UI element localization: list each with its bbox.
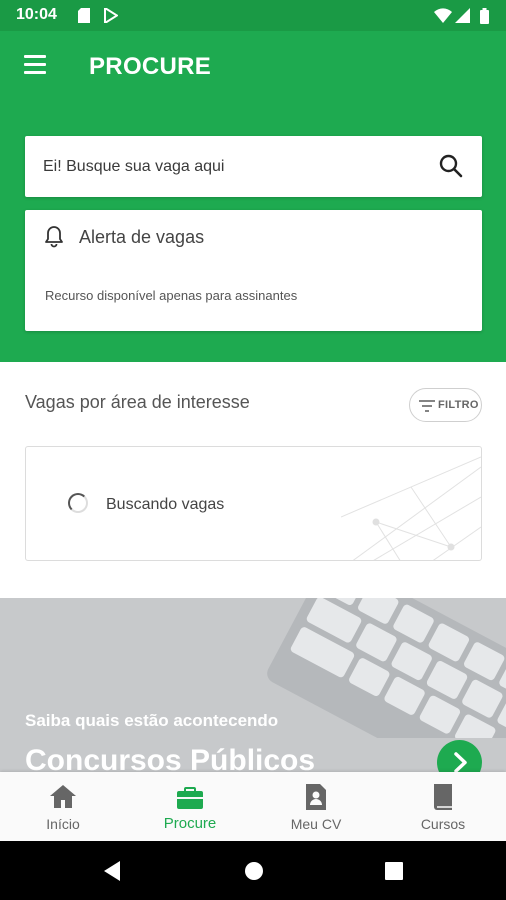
battery-icon	[480, 8, 489, 24]
filter-icon	[419, 400, 435, 412]
nav-label-procure: Procure	[163, 815, 217, 832]
nav-label-meu-cv: Meu CV	[290, 816, 342, 832]
menu-button[interactable]	[16, 51, 52, 81]
search-box	[25, 136, 482, 197]
job-alert-card[interactable]: Alerta de vagas Recurso disponível apena…	[25, 210, 482, 331]
cv-icon	[306, 784, 326, 810]
nav-item-inicio[interactable]: Início	[0, 772, 126, 841]
bell-icon	[45, 226, 63, 248]
chevron-right-icon	[454, 752, 467, 772]
network-decoration-icon	[341, 456, 481, 560]
signal-icon	[455, 8, 470, 23]
play-store-icon	[104, 8, 118, 23]
section-title: Vagas por área de interesse	[25, 392, 250, 412]
concursos-banner[interactable]: Saiba quais estão acontecendo Concursos …	[0, 598, 506, 772]
nav-item-meu-cv[interactable]: Meu CV	[253, 772, 379, 841]
recents-icon[interactable]	[384, 861, 404, 881]
sd-card-icon	[78, 8, 90, 23]
nav-item-cursos[interactable]: Cursos	[380, 772, 506, 841]
bottom-navigation: Início Procure Meu CV Cursos	[0, 772, 506, 841]
search-icon[interactable]	[438, 153, 464, 179]
banner-title: Concursos Públicos	[25, 744, 316, 772]
search-input[interactable]	[43, 153, 423, 181]
keyboard-image	[267, 598, 506, 738]
book-icon	[434, 784, 452, 810]
loading-text: Buscando vagas	[106, 496, 225, 513]
briefcase-icon	[177, 787, 203, 809]
filter-button[interactable]: FILTRO	[409, 388, 482, 422]
banner-arrow-button[interactable]	[437, 740, 482, 772]
banner-subtitle: Saiba quais estão acontecendo	[25, 711, 279, 730]
system-navigation-bar	[0, 841, 506, 900]
wifi-icon	[434, 8, 452, 23]
alert-subtitle: Recurso disponível apenas para assinante…	[45, 288, 298, 303]
page-title: PROCURE	[89, 53, 212, 80]
loading-spinner-icon	[68, 493, 88, 513]
alert-title: Alerta de vagas	[79, 227, 205, 247]
back-icon[interactable]	[102, 860, 122, 882]
header: PROCURE Alerta de vagas Recurso disponív…	[0, 31, 506, 362]
home-icon	[50, 785, 76, 808]
home-circle-icon[interactable]	[243, 860, 265, 882]
status-bar: 10:04	[0, 0, 506, 31]
nav-label-inicio: Início	[46, 816, 80, 832]
nav-label-cursos: Cursos	[420, 816, 466, 832]
filter-label: FILTRO	[438, 399, 479, 411]
status-time: 10:04	[16, 6, 57, 23]
jobs-card: Buscando vagas	[25, 446, 482, 561]
nav-item-procure[interactable]: Procure	[127, 772, 253, 841]
